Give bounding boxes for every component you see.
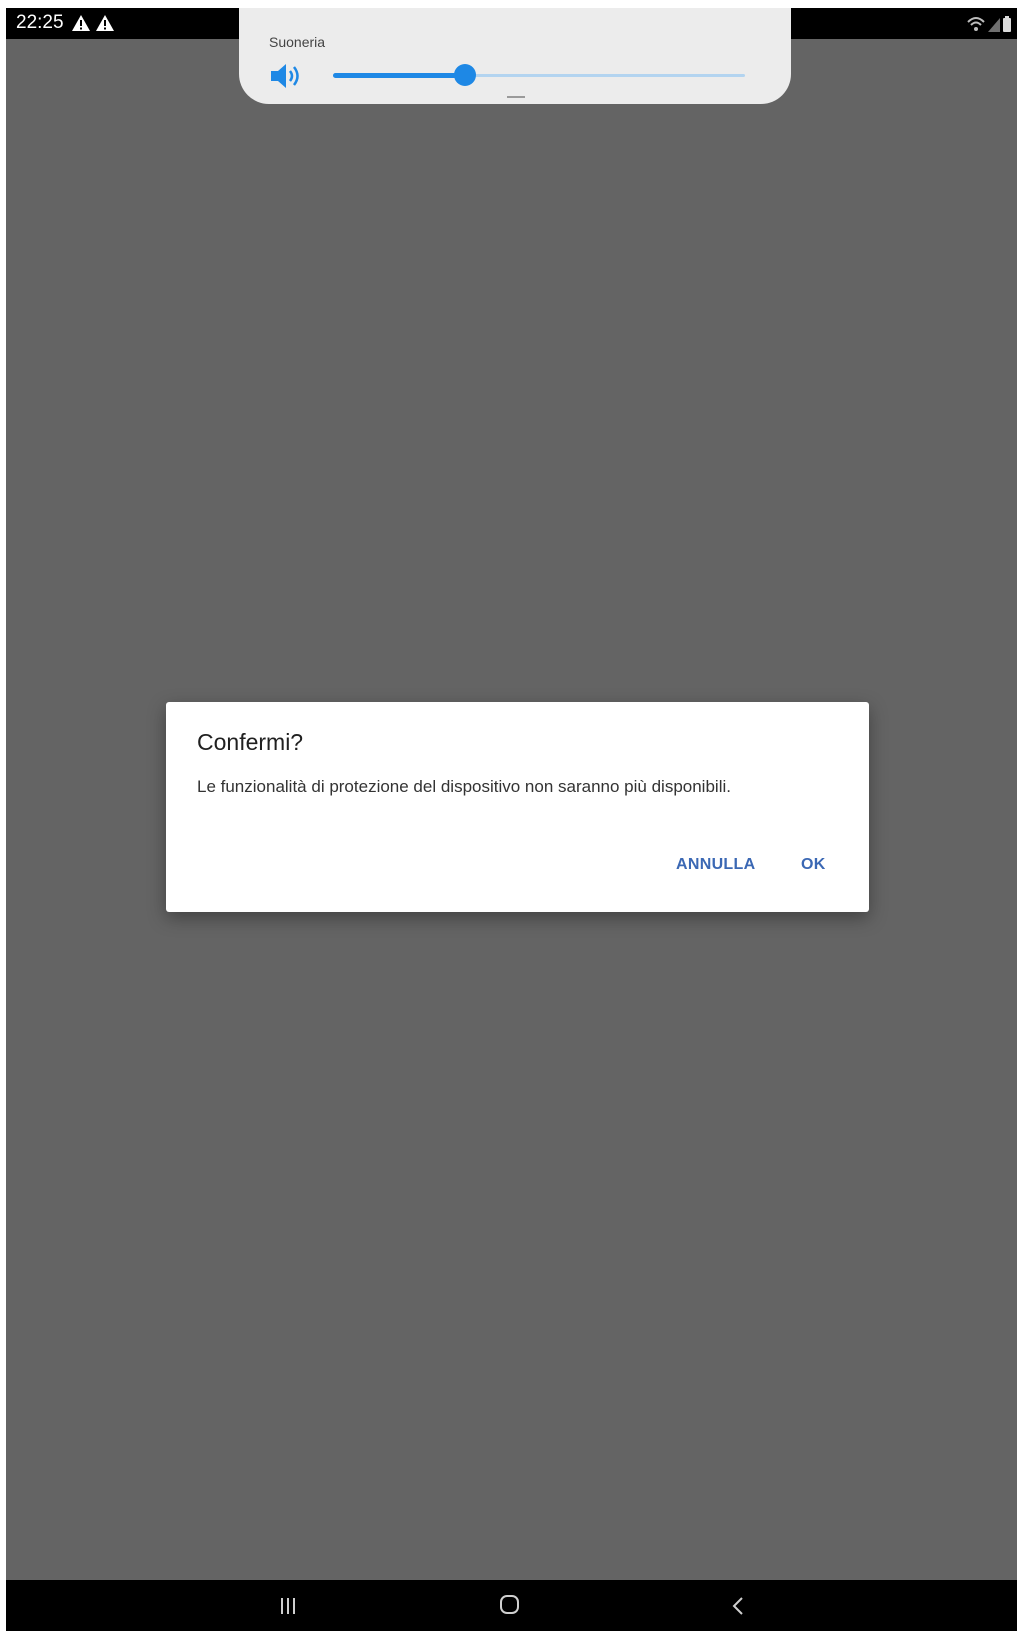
signal-icon	[988, 18, 1000, 32]
battery-icon	[1003, 16, 1011, 32]
status-time: 22:25	[16, 12, 64, 33]
screen: 22:25 Suoneria Confermi? Le funzionalità…	[6, 8, 1017, 1631]
recents-icon[interactable]	[278, 1597, 298, 1615]
ok-button[interactable]: OK	[801, 856, 826, 874]
warning-icon	[96, 15, 114, 31]
home-icon[interactable]	[500, 1595, 519, 1614]
panel-handle[interactable]	[507, 96, 525, 98]
navigation-bar	[6, 1580, 1017, 1631]
volume-slider[interactable]	[333, 64, 745, 86]
system-status-icons	[967, 14, 1011, 32]
back-icon[interactable]	[731, 1596, 745, 1616]
volume-panel: Suoneria	[239, 8, 791, 104]
volume-label: Suoneria	[269, 34, 326, 50]
volume-slider-thumb[interactable]	[453, 64, 476, 86]
confirm-dialog: Confermi? Le funzionalità di protezione …	[166, 702, 869, 912]
dialog-message: Le funzionalità di protezione del dispos…	[197, 777, 731, 796]
speaker-icon[interactable]	[269, 62, 305, 90]
warning-icon	[72, 15, 90, 31]
volume-slider-fill	[333, 73, 465, 78]
cancel-button[interactable]: ANNULLA	[676, 856, 755, 874]
dialog-title: Confermi?	[197, 729, 304, 755]
wifi-icon	[967, 17, 985, 31]
